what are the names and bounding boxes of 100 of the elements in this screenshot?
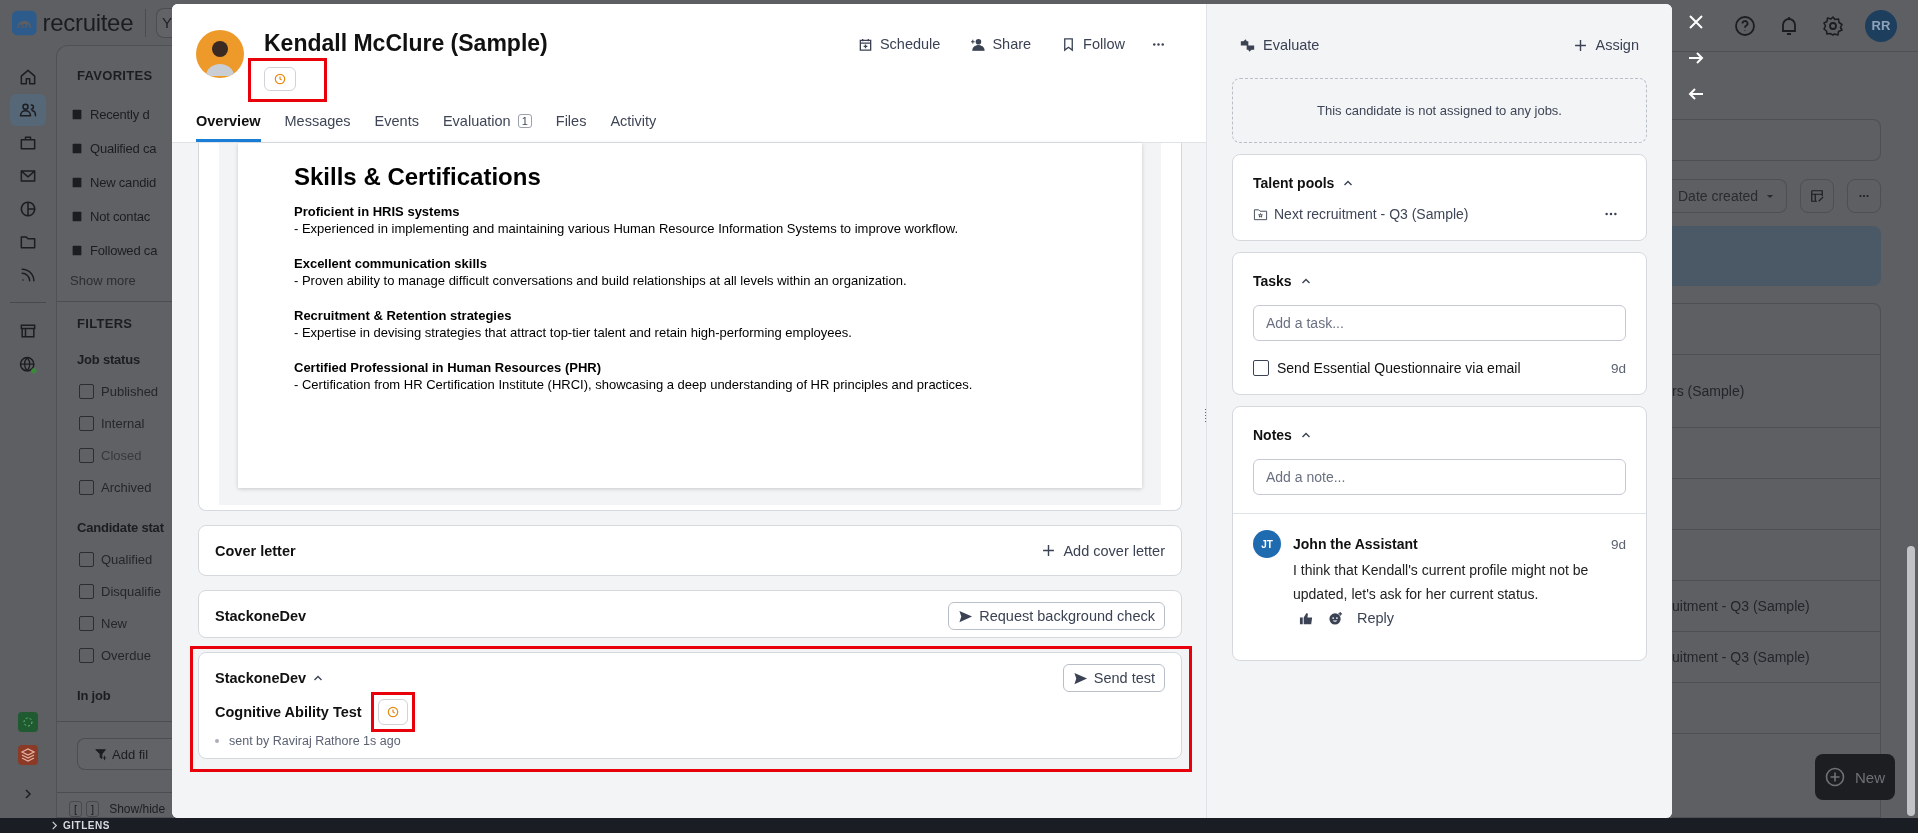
- plus-icon: [1042, 544, 1056, 557]
- person-add-icon: [970, 36, 986, 52]
- test-name: Cognitive Ability Test: [215, 704, 362, 720]
- follow-button[interactable]: Follow: [1061, 36, 1125, 52]
- task-due: 9d: [1610, 360, 1626, 376]
- filter-option-label: New: [101, 615, 127, 631]
- show-hide-hint: Show/hide: [109, 802, 166, 816]
- resume-subheading: Excellent communication skills: [294, 255, 488, 272]
- note-author: John the Assistant: [1293, 536, 1418, 552]
- tab[interactable]: Activity: [610, 113, 657, 142]
- chevron-right-icon: [50, 821, 59, 830]
- thumbs-icon: [1240, 37, 1255, 53]
- checkbox[interactable]: [79, 415, 94, 431]
- share-button[interactable]: Share: [970, 36, 1032, 52]
- clock-icon: [274, 73, 286, 85]
- card-title: Tasks: [1253, 273, 1292, 289]
- filter-icon: [94, 747, 108, 761]
- send-button[interactable]: Send test: [1062, 664, 1165, 692]
- home-icon: [18, 67, 38, 87]
- store-icon[interactable]: [18, 321, 38, 341]
- author-avatar: JT: [1253, 530, 1281, 558]
- filter-option-label: Archived: [101, 479, 152, 495]
- filter-option-label: Internal: [101, 415, 145, 431]
- clock-icon: [386, 706, 399, 718]
- empty-jobs-text: This candidate is not assigned to any jobs.: [1317, 103, 1562, 118]
- user-avatar[interactable]: RR: [1865, 9, 1897, 42]
- resume-subheading: Recruitment & Retention strategies: [294, 307, 513, 324]
- resume-subheading: Proficient in HRIS systems: [294, 203, 461, 220]
- more-icon[interactable]: [1604, 211, 1618, 217]
- panel-label: GITLENS: [63, 820, 110, 831]
- card-title: StackoneDev: [215, 608, 307, 624]
- plus-icon: [1574, 38, 1588, 52]
- filter-group-title: Candidate stat: [76, 519, 165, 537]
- table-edit-icon: [1810, 189, 1825, 203]
- checkbox[interactable]: [79, 615, 94, 631]
- checkbox[interactable]: [79, 551, 94, 567]
- calendar-plus-icon: [857, 36, 873, 52]
- count-badge: 1: [517, 114, 532, 128]
- folder-icon: [1253, 206, 1268, 222]
- photo-placeholder: [196, 30, 244, 78]
- plus-circle-icon: [1825, 767, 1845, 787]
- evaluate-button[interactable]: Evaluate: [1240, 37, 1320, 53]
- table-settings-button[interactable]: [1800, 179, 1835, 213]
- chevron-right-icon[interactable]: [22, 788, 34, 800]
- globe-icon[interactable]: [18, 355, 38, 375]
- checkbox[interactable]: [79, 583, 94, 599]
- logo-text: recruitee: [42, 8, 134, 37]
- task-input[interactable]: Add a task...: [1253, 305, 1626, 341]
- tab[interactable]: Files: [555, 113, 587, 142]
- resume-text: - Expertise in devising strategies that attract top-tier talent and retain high-performing employees.: [294, 324, 853, 342]
- checkbox[interactable]: [79, 647, 94, 663]
- filter-option-label: Overdue: [101, 647, 151, 663]
- filter-group-title: In job: [76, 687, 112, 705]
- pie-chart-icon: [18, 199, 38, 219]
- nav-button[interactable]: [10, 94, 46, 126]
- app-icon[interactable]: [18, 712, 38, 732]
- layers-icon[interactable]: [18, 745, 38, 765]
- people-icon: [18, 100, 38, 120]
- note-input[interactable]: Add a note...: [1253, 459, 1626, 495]
- note-text: I think that Kendall's current profile might not be updated, let's ask for her current status.: [1293, 561, 1590, 604]
- add-cover-letter-link[interactable]: Add cover letter: [1042, 542, 1165, 559]
- talent-pool-name[interactable]: Next recruitment - Q3 (Sample): [1274, 206, 1598, 222]
- row-text: rs (Sample): [1672, 383, 1745, 399]
- checkbox[interactable]: [1253, 360, 1269, 376]
- reply-link[interactable]: Reply: [1357, 610, 1395, 626]
- card-title: StackoneDev: [215, 670, 307, 686]
- caret-icon: [1766, 193, 1775, 199]
- tab[interactable]: Evaluation 1: [442, 113, 532, 142]
- schedule-button[interactable]: Schedule: [857, 36, 941, 52]
- candidate-name: Kendall McClure (Sample): [264, 30, 548, 57]
- help-icon[interactable]: [1733, 13, 1757, 38]
- tab[interactable]: Messages: [284, 113, 351, 142]
- filter-option-label: Qualified: [101, 551, 153, 567]
- row-text: uitment - Q3 (Sample): [1672, 649, 1810, 665]
- resume-text: - Proven ability to manage difficult conversations and build relationships at all levels within an organization.: [294, 272, 908, 290]
- section-title: FAVORITES: [76, 68, 154, 83]
- key-hint: ]: [86, 801, 100, 817]
- status-button[interactable]: [377, 699, 408, 725]
- tab[interactable]: Events: [374, 113, 419, 142]
- filter-option-label: Published: [101, 383, 159, 399]
- note-time: 9d: [1610, 536, 1626, 552]
- key-hint: [: [69, 801, 83, 817]
- thumbs-up-icon[interactable]: [1299, 610, 1314, 626]
- assign-button[interactable]: Assign: [1574, 37, 1639, 53]
- resume-subheading: Certified Professional in Human Resources (PHR): [294, 359, 602, 376]
- bullet-dot: [215, 739, 219, 743]
- checkbox[interactable]: [79, 479, 94, 495]
- resume-heading: Skills & Certifications: [294, 163, 542, 191]
- search-field[interactable]: [1672, 119, 1881, 161]
- send-button[interactable]: Request background check: [948, 602, 1165, 630]
- task-label: Send Essential Questionnaire via email: [1277, 360, 1522, 376]
- checkbox[interactable]: [79, 383, 94, 399]
- scrollbar[interactable]: [1907, 546, 1915, 816]
- status-button[interactable]: [264, 67, 296, 91]
- feed-icon: [18, 265, 38, 285]
- settings-icon[interactable]: [1821, 13, 1845, 38]
- filter-group-title: Job status: [76, 351, 141, 369]
- card-title: Talent pools: [1253, 175, 1335, 191]
- emoji-add-icon[interactable]: [1328, 610, 1343, 626]
- send-icon: [958, 608, 974, 624]
